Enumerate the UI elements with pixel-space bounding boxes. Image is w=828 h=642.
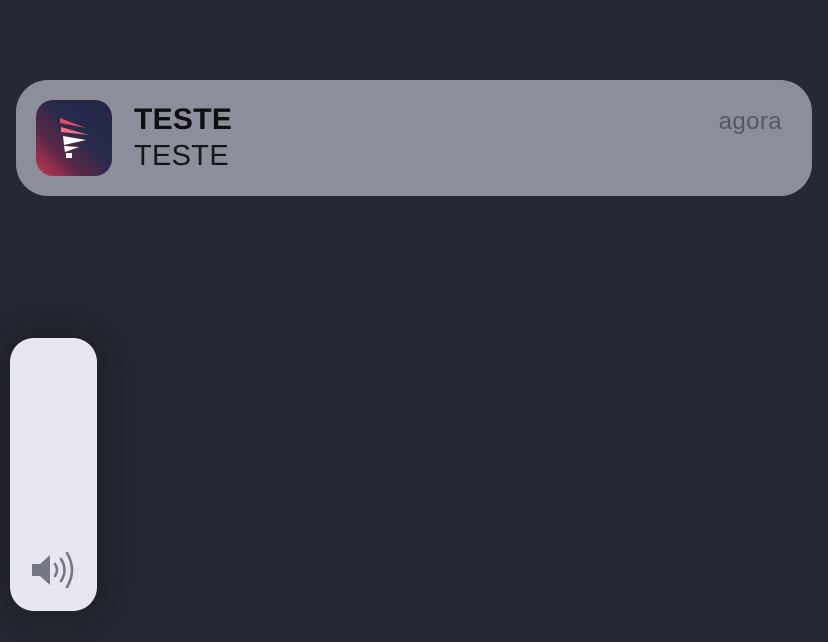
- notification-body: TESTE: [134, 140, 229, 172]
- notification-banner[interactable]: TESTE TESTE agora: [16, 80, 812, 196]
- volume-slider[interactable]: [10, 338, 97, 611]
- speaker-volume-icon: [29, 548, 81, 592]
- notification-time: agora: [718, 108, 782, 135]
- app-logo-icon: [36, 100, 112, 176]
- notification-title: TESTE: [134, 103, 233, 136]
